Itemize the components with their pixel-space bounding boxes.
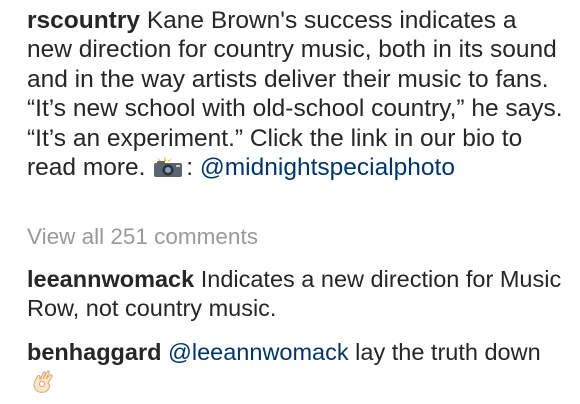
caption-credit-separator: : xyxy=(186,154,200,182)
caption-username[interactable]: rscountry xyxy=(27,7,140,34)
post-caption: rscountry Kane Brown's success indicates… xyxy=(27,6,567,182)
comment-username[interactable]: leeannwomack xyxy=(27,266,194,292)
comment: benhaggard @leeannwomack lay the truth d… xyxy=(27,338,567,396)
comment: leeannwomack Indicates a new direction f… xyxy=(27,265,567,323)
comment-text: lay the truth down xyxy=(348,339,541,365)
comment-username[interactable]: benhaggard xyxy=(27,339,161,365)
view-all-comments-link[interactable]: View all 251 comments xyxy=(27,223,567,251)
camera-flash-icon xyxy=(152,156,184,178)
ok-hand-icon xyxy=(31,368,55,394)
comment-mention[interactable]: @leeannwomack xyxy=(168,339,349,365)
caption-credit-mention[interactable]: @midnightspecialphoto xyxy=(200,154,455,181)
